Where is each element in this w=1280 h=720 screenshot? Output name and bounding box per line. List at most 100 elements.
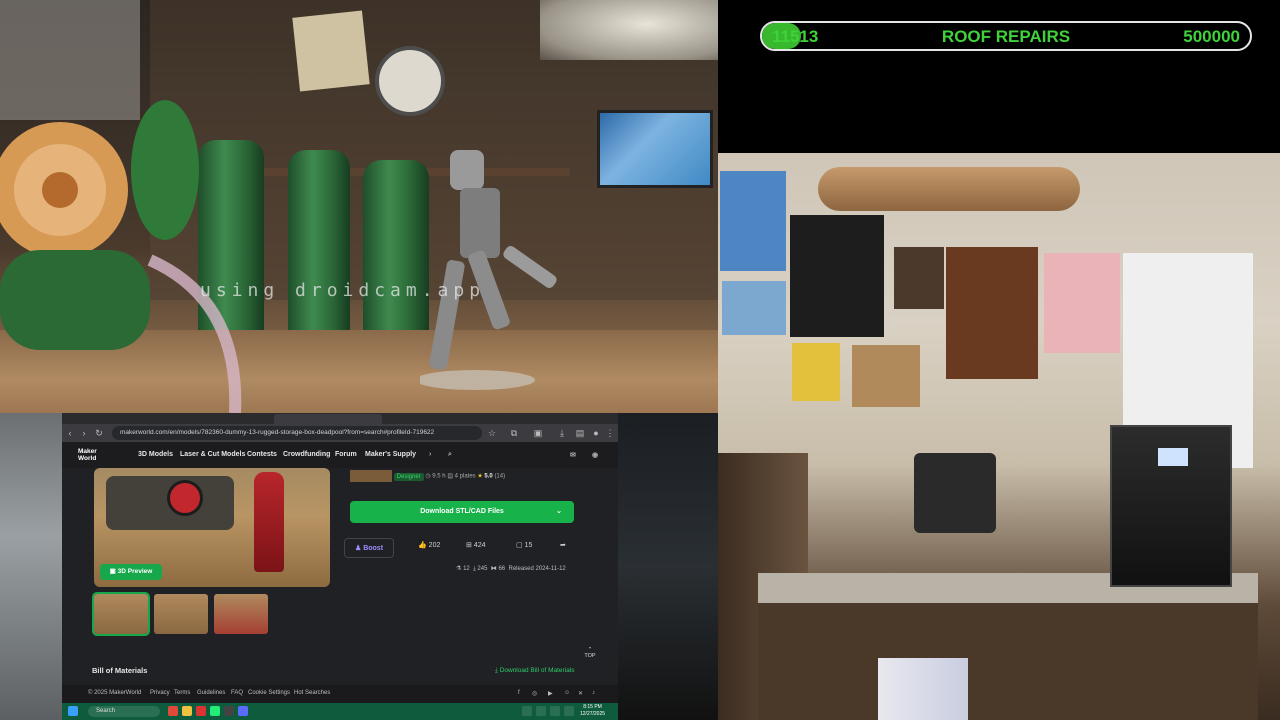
volume-icon[interactable] [564, 706, 574, 716]
browser-tab[interactable] [166, 414, 270, 424]
extensions-icon[interactable]: ⧉ [508, 427, 520, 439]
collect-button[interactable]: ⊞ 424 [466, 541, 486, 549]
forward-icon[interactable]: › [78, 427, 90, 439]
file-explorer-icon[interactable] [182, 706, 192, 716]
share-icon[interactable]: ➦ [560, 541, 566, 549]
gallery-thumbnail[interactable] [154, 594, 208, 634]
designer-badge: Designer [393, 472, 424, 481]
tin-sign [292, 10, 370, 92]
model-hero-image[interactable]: ▣ 3D Preview [94, 468, 330, 587]
back-to-top-button[interactable]: ⌃ TOP [582, 647, 598, 665]
deadpool-figure [254, 472, 284, 572]
browser-tab[interactable] [64, 414, 168, 424]
taskbar-app-icon[interactable] [196, 706, 206, 716]
robot-figure [420, 150, 557, 390]
taskbar-date: 12/27/2025 [580, 711, 606, 717]
tiktok-icon[interactable]: ♪ [592, 690, 595, 696]
browser-tab[interactable] [482, 414, 566, 424]
profile-icon[interactable]: ● [590, 427, 602, 439]
site-footer: © 2025 MakerWorld Privacy Terms Guidelin… [62, 685, 618, 703]
nav-laser-cut-models[interactable]: Laser & Cut Models [180, 451, 245, 458]
model-page-content: ▣ 3D Preview Designer ◷ 9.5 h ▤ 4 plates… [62, 468, 618, 688]
download-bom-link[interactable]: ⤓ Download Bill of Materials [495, 667, 574, 675]
footer-hot-searches[interactable]: Hot Searches [294, 690, 330, 696]
windows-start-icon[interactable] [68, 706, 78, 716]
goal-target-amount: 500000 [1183, 27, 1240, 46]
plates-icon: ▤ [447, 473, 453, 480]
wifi-icon[interactable] [550, 706, 560, 716]
designer-avatar[interactable] [350, 470, 392, 482]
footer-cookie-settings[interactable]: Cookie Settings [248, 690, 290, 696]
taskbar-app-icon[interactable] [168, 706, 178, 716]
browser-tab-active[interactable] [274, 414, 382, 424]
x-icon[interactable]: ✕ [578, 690, 583, 697]
address-bar-row: ‹ › ↻ makerworld.com/en/models/782360-du… [62, 424, 618, 442]
download-files-button[interactable]: Download STL/CAD Files ⌄ [350, 501, 574, 523]
taskbar-clock[interactable]: 8:15 PM 12/27/2025 [580, 704, 605, 718]
back-icon[interactable]: ‹ [64, 427, 76, 439]
message-icon[interactable]: ✉ [570, 451, 576, 459]
print-time: 9.5 h [432, 473, 446, 480]
bill-of-materials-heading: Bill of Materials [92, 666, 148, 675]
wall-poster [720, 171, 786, 271]
like-button[interactable]: 👍 202 [418, 541, 440, 549]
taskbar-search[interactable]: Search [88, 706, 160, 717]
3d-preview-button[interactable]: ▣ 3D Preview [100, 564, 162, 580]
footer-guidelines[interactable]: Guidelines [197, 690, 225, 696]
logo-line-1: Maker [78, 448, 97, 455]
nav-crowdfunding[interactable]: Crowdfunding [283, 451, 330, 458]
browser-window: ‹ › ↻ makerworld.com/en/models/782360-du… [62, 413, 618, 720]
droidcam-watermark: using droidcam.app [200, 280, 486, 301]
gallery-thumbnail[interactable] [214, 594, 268, 634]
footer-copyright: © 2025 MakerWorld [88, 690, 142, 696]
tab-bar [62, 413, 618, 424]
comment-button[interactable]: ▢ 15 [516, 541, 532, 549]
nav-makers-supply[interactable]: Maker's Supply [365, 451, 416, 458]
url-input[interactable]: makerworld.com/en/models/782360-dummy-13… [112, 426, 482, 440]
camera-feed-shelving [0, 413, 62, 720]
wall-poster [946, 247, 1038, 379]
goal-title: ROOF REPAIRS [941, 27, 1071, 46]
nav-contests[interactable]: Contests [247, 451, 277, 458]
discord-icon[interactable]: ☺ [564, 690, 570, 696]
taskbar-app-icon[interactable] [238, 706, 248, 716]
tabs-icon[interactable]: ▤ [574, 427, 586, 439]
nav-more-chevron-icon[interactable]: › [429, 451, 431, 458]
account-icon[interactable]: ◉ [592, 451, 598, 459]
chevron-down-icon[interactable]: ⌄ [556, 501, 562, 523]
model-details: Designer ◷ 9.5 h ▤ 4 plates ★ 5.0 (14) D… [344, 468, 586, 628]
footer-terms[interactable]: Terms [174, 690, 190, 696]
nav-forum[interactable]: Forum [335, 451, 357, 458]
boost-button[interactable]: ♟ Boost [344, 538, 394, 558]
system-tray-icon[interactable] [522, 706, 532, 716]
camera-feed-room [718, 153, 1280, 720]
reload-icon[interactable]: ↻ [93, 427, 105, 439]
downloads-count: 245 [477, 566, 488, 572]
samurai-poster [792, 343, 840, 401]
system-tray-icon[interactable] [536, 706, 546, 716]
goal-progress-bar: 11513 ROOF REPAIRS 500000 [760, 21, 1252, 51]
facebook-icon[interactable]: f [518, 690, 520, 696]
sidebar-icon[interactable]: ▣ [532, 427, 544, 439]
prints-icon: ⚗ [456, 566, 462, 572]
instagram-icon[interactable]: ◎ [532, 690, 537, 697]
nav-3d-models[interactable]: 3D Models [138, 451, 173, 458]
taskbar-app-icon[interactable] [210, 706, 220, 716]
footer-privacy[interactable]: Privacy [150, 690, 170, 696]
camera-feed-dark [618, 413, 718, 720]
makerworld-logo[interactable]: Maker World [78, 448, 122, 462]
youtube-icon[interactable]: ▶ [548, 690, 553, 697]
menu-icon[interactable]: ⋮ [604, 427, 616, 439]
release-date: Released 2024-11-12 [508, 566, 566, 572]
windows-taskbar: Search 8:15 PM 12/27/2025 [62, 703, 618, 720]
glass-piece [0, 0, 242, 413]
rating-value: 5.0 [484, 473, 493, 480]
bookmark-star-icon[interactable]: ☆ [486, 427, 498, 439]
search-icon[interactable]: ⌕ [448, 451, 452, 459]
download-icon[interactable]: ⤓ [556, 427, 568, 439]
desk-box [914, 453, 996, 533]
footer-faq[interactable]: FAQ [231, 690, 243, 696]
window-light [540, 0, 718, 60]
gallery-thumbnail[interactable] [92, 592, 150, 636]
taskbar-app-icon[interactable] [224, 706, 234, 716]
